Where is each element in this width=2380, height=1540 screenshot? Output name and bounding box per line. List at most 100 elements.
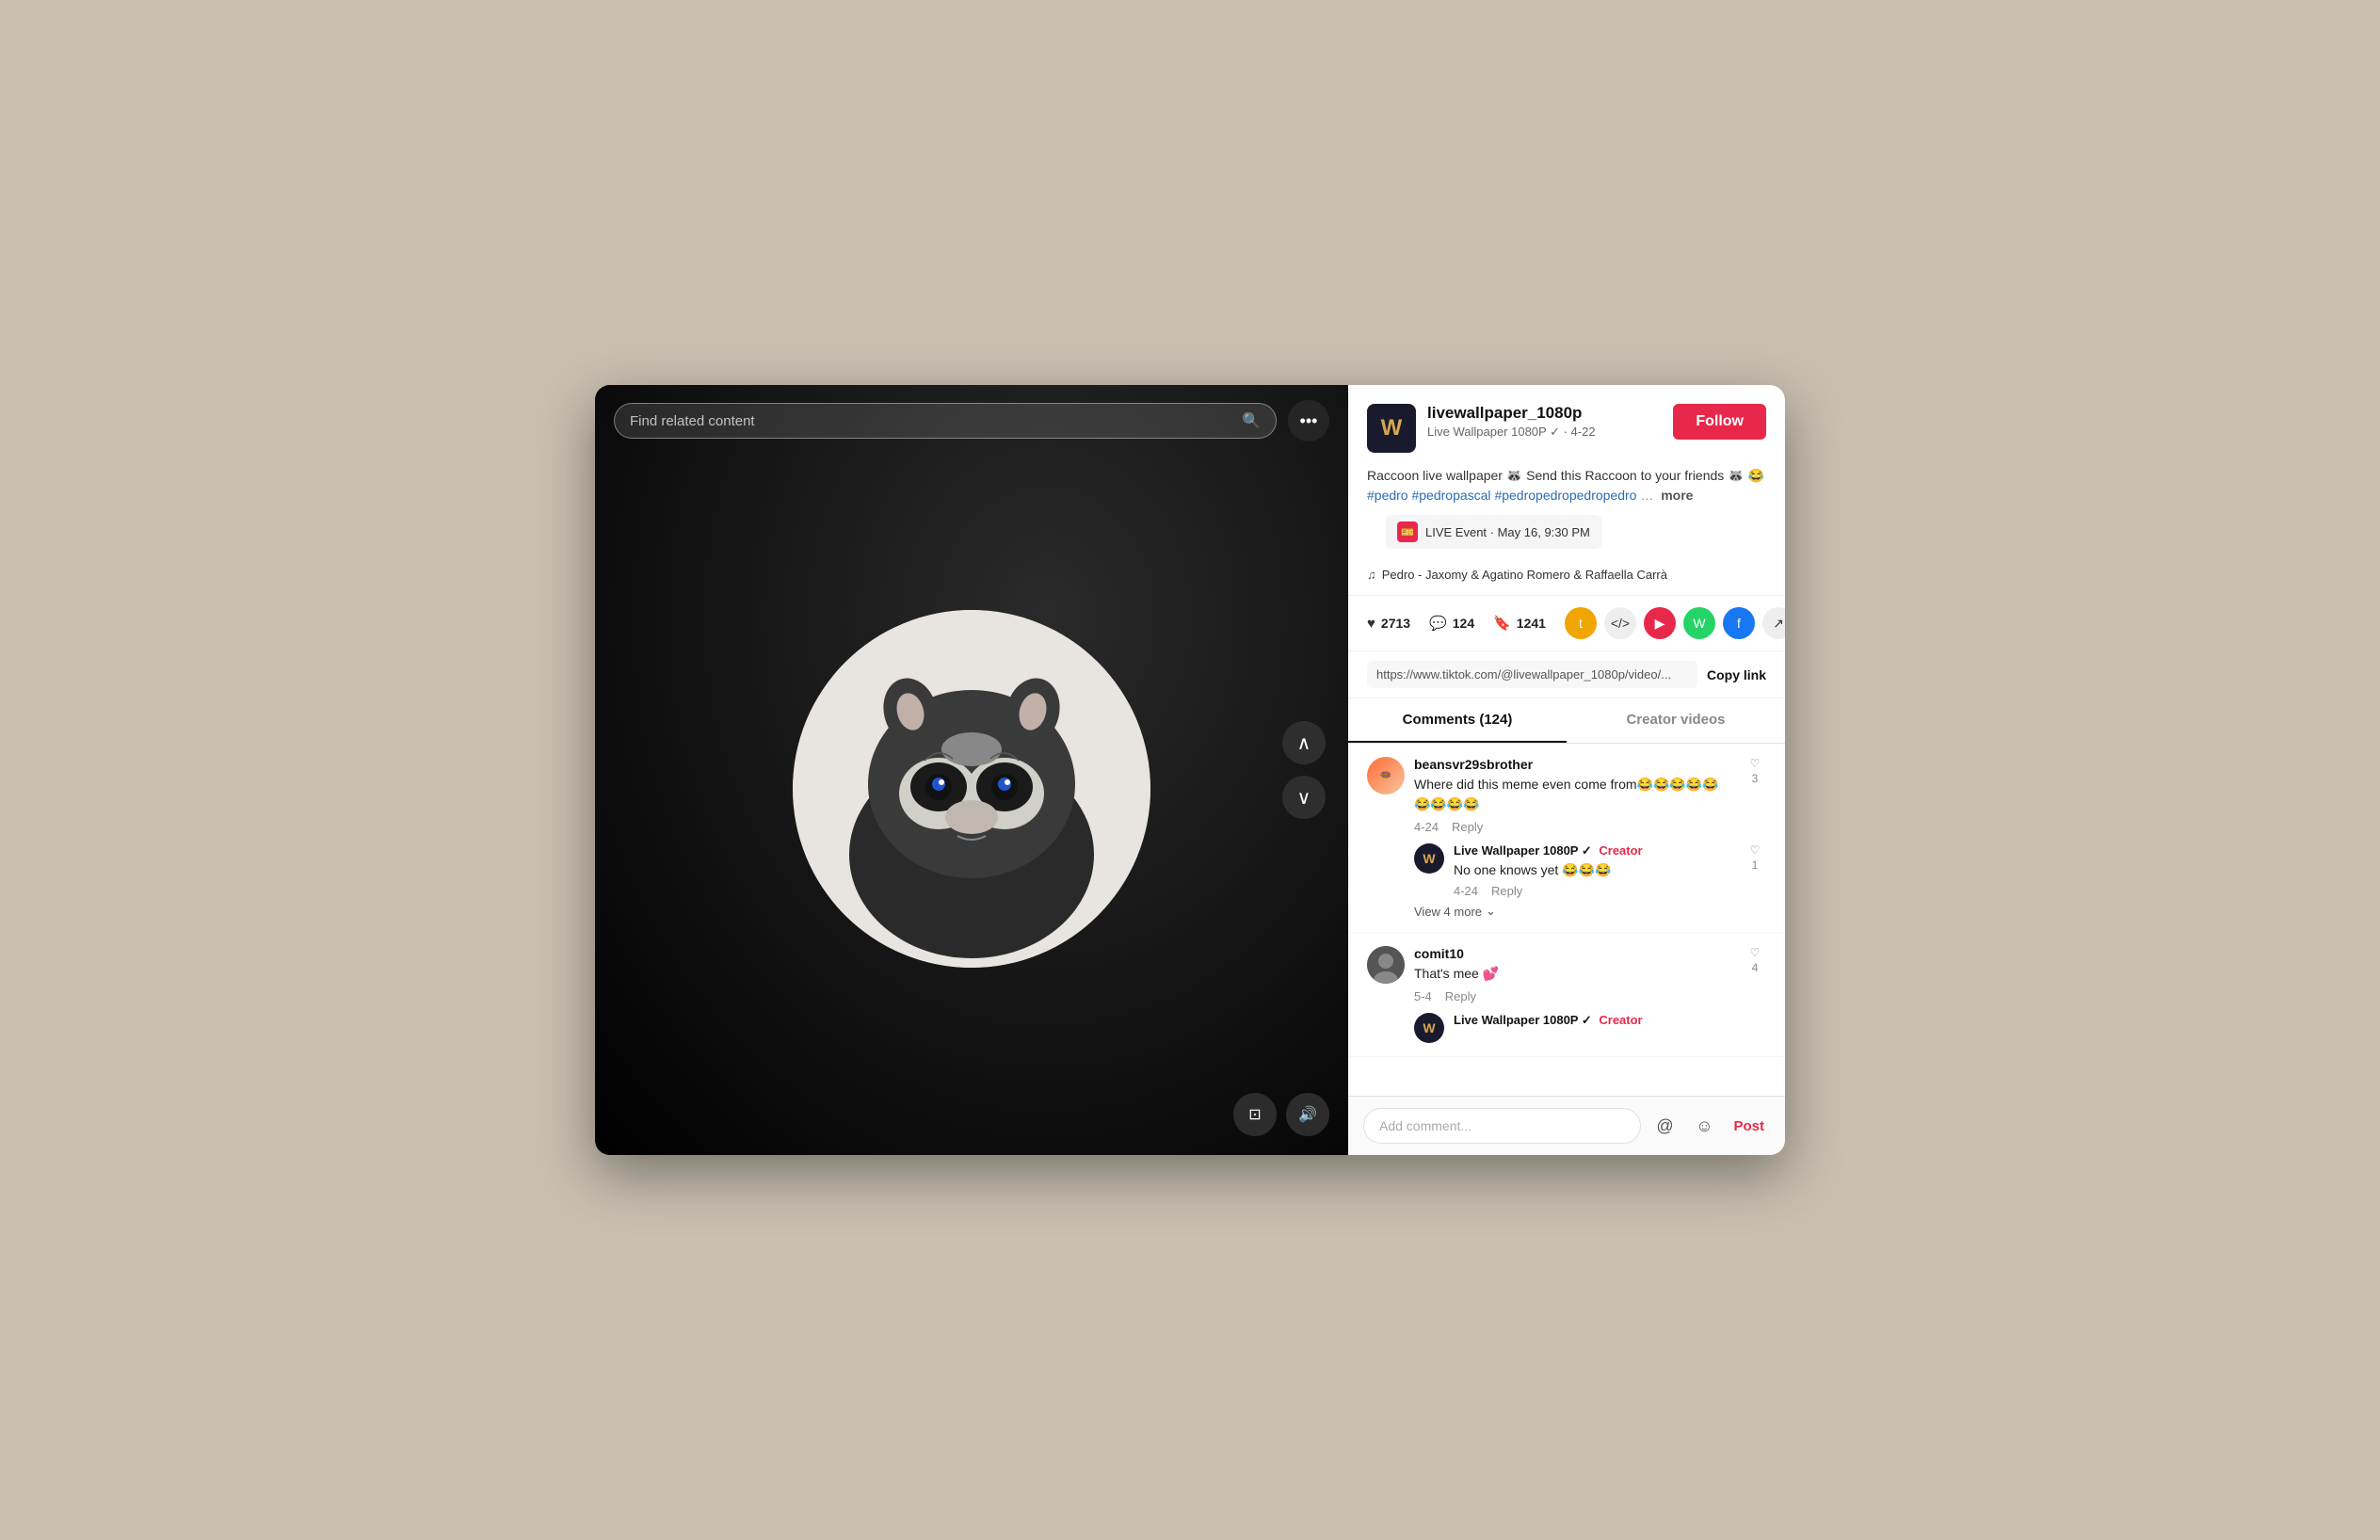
reply-2-name: Live Wallpaper 1080P ✓ Creator — [1454, 1013, 1766, 1028]
music-title: Pedro - Jaxomy & Agatino Romero & Raffae… — [1382, 568, 1667, 582]
emoji-button[interactable]: ☺ — [1688, 1110, 1720, 1142]
app-container: 🔍 ••• — [595, 385, 1785, 1155]
creator-header: W livewallpaper_1080p Live Wallpaper 108… — [1348, 385, 1785, 466]
tab-comments[interactable]: Comments (124) — [1348, 698, 1567, 743]
comment-1-date: 4-24 — [1414, 820, 1439, 834]
share-icons: t </> ▶ W f ↗ — [1565, 607, 1785, 639]
next-arrow[interactable]: ∨ — [1282, 776, 1326, 819]
comment-action[interactable]: 💬 124 — [1429, 615, 1474, 632]
copy-link-button[interactable]: Copy link — [1707, 667, 1766, 682]
more-button[interactable]: more — [1661, 488, 1693, 503]
description: Raccoon live wallpaper 🦝 Send this Racco… — [1348, 466, 1785, 515]
reply-1-meta: 4-24 Reply — [1454, 884, 1734, 898]
comment-2-avatar — [1367, 946, 1405, 984]
comment-2-date: 5-4 — [1414, 989, 1432, 1003]
sound-button[interactable]: 🔊 — [1286, 1093, 1329, 1136]
view-more-text: View 4 more — [1414, 905, 1482, 919]
search-icon: 🔍 — [1242, 411, 1261, 430]
chevron-icon: ⌄ — [1486, 904, 1496, 919]
view-more-btn[interactable]: View 4 more ⌄ — [1414, 904, 1766, 919]
reply-2-username: Live Wallpaper 1080P ✓ — [1454, 1013, 1592, 1027]
link-row: https://www.tiktok.com/@livewallpaper_10… — [1348, 651, 1785, 698]
creator-meta: Live Wallpaper 1080P ✓ · 4-22 — [1427, 425, 1662, 440]
comment-1-body: beansvr29sbrother Where did this meme ev… — [1414, 757, 1734, 834]
bookmark-action[interactable]: 🔖 1241 — [1493, 615, 1546, 632]
comment-2-header: comit10 That's mee 💕 5-4 Reply ♡ 4 — [1367, 946, 1766, 1003]
heart-icon: ♡ — [1750, 757, 1761, 770]
creator-username: livewallpaper_1080p — [1427, 404, 1662, 423]
comment-2-like[interactable]: ♡ 4 — [1744, 946, 1766, 974]
live-event-badge[interactable]: 🎫 LIVE Event · May 16, 9:30 PM — [1386, 515, 1601, 549]
hashtag-pedro-repeat[interactable]: #pedropedropedropedro — [1494, 488, 1636, 503]
captions-icon: ⊡ — [1248, 1105, 1261, 1124]
search-bar[interactable]: 🔍 — [614, 403, 1277, 439]
comment-1-like-count: 3 — [1752, 772, 1759, 785]
heart-icon: ♡ — [1750, 843, 1761, 857]
video-content: ∧ ∨ — [595, 385, 1348, 1155]
live-event-text: LIVE Event · May 16, 9:30 PM — [1425, 525, 1590, 539]
music-line: ♫ Pedro - Jaxomy & Agatino Romero & Raff… — [1348, 568, 1785, 595]
comment-input[interactable] — [1363, 1108, 1641, 1144]
comment-1-header: 🍩 beansvr29sbrother Where did this meme … — [1367, 757, 1766, 834]
follow-button[interactable]: Follow — [1673, 404, 1766, 440]
comment-2-like-count: 4 — [1752, 961, 1759, 974]
at-icon: @ — [1656, 1116, 1673, 1136]
reply-1-reply-btn[interactable]: Reply — [1491, 884, 1522, 898]
comment-2-meta: 5-4 Reply — [1414, 989, 1734, 1003]
share-facebook-button[interactable]: f — [1723, 607, 1755, 639]
reply-1-name: Live Wallpaper 1080P ✓ Creator — [1454, 843, 1734, 858]
heart-icon: ♡ — [1750, 946, 1761, 959]
comment-2-reply: W Live Wallpaper 1080P ✓ Creator — [1414, 1013, 1766, 1043]
reply-1-like[interactable]: ♡ 1 — [1744, 843, 1766, 872]
tab-creator-videos[interactable]: Creator videos — [1567, 698, 1785, 743]
reply-1-like-count: 1 — [1752, 858, 1759, 872]
share-forward-button[interactable]: ↗ — [1762, 607, 1785, 639]
tabs-row: Comments (124) Creator videos — [1348, 698, 1785, 744]
comment-2-body: comit10 That's mee 💕 5-4 Reply — [1414, 946, 1734, 1003]
live-event-icon: 🎫 — [1397, 521, 1418, 542]
video-panel: 🔍 ••• — [595, 385, 1348, 1155]
hashtag-pedropascal[interactable]: #pedropascal — [1411, 488, 1490, 503]
comment-2-text: That's mee 💕 — [1414, 964, 1734, 984]
topbar: 🔍 ••• — [595, 385, 1348, 457]
like-action[interactable]: ♥ 2713 — [1367, 616, 1410, 632]
captions-button[interactable]: ⊡ — [1233, 1093, 1277, 1136]
reply-2-creator-badge: Creator — [1599, 1013, 1642, 1027]
more-icon: ••• — [1300, 411, 1318, 431]
comment-1-reply: W Live Wallpaper 1080P ✓ Creator No one … — [1414, 843, 1766, 898]
comment-1-text: Where did this meme even come from😂😂😂😂😂😂… — [1414, 775, 1734, 814]
comment-1-like[interactable]: ♡ 3 — [1744, 757, 1766, 785]
comment-1-meta: 4-24 Reply — [1414, 820, 1734, 834]
comment-2-reply-btn[interactable]: Reply — [1445, 989, 1476, 1003]
creator-info: livewallpaper_1080p Live Wallpaper 1080P… — [1427, 404, 1662, 440]
emoji-icon: ☺ — [1696, 1116, 1713, 1136]
like-count: 2713 — [1381, 616, 1410, 631]
comment-1-reply-btn[interactable]: Reply — [1452, 820, 1483, 834]
reply-1-date: 4-24 — [1454, 884, 1478, 898]
reply-1-body: Live Wallpaper 1080P ✓ Creator No one kn… — [1454, 843, 1734, 898]
chevron-down-icon: ∨ — [1297, 786, 1311, 810]
heart-icon: ♥ — [1367, 616, 1375, 632]
comments-section: 🍩 beansvr29sbrother Where did this meme … — [1348, 744, 1785, 1096]
share-code-button[interactable]: </> — [1604, 607, 1636, 639]
share-pin-button[interactable]: ▶ — [1644, 607, 1676, 639]
reply-2-body: Live Wallpaper 1080P ✓ Creator — [1454, 1013, 1766, 1028]
search-input[interactable] — [630, 413, 1234, 429]
share-whatsapp-button[interactable]: W — [1683, 607, 1715, 639]
avatar-letter: W — [1381, 415, 1403, 441]
comment-2-block: comit10 That's mee 💕 5-4 Reply ♡ 4 W — [1348, 933, 1785, 1057]
more-button[interactable]: ••• — [1288, 400, 1329, 441]
nav-arrows: ∧ ∨ — [1282, 721, 1326, 819]
comment-count: 124 — [1453, 616, 1474, 631]
reply-1-avatar: W — [1414, 843, 1444, 874]
reply-1-creator-badge: Creator — [1599, 843, 1642, 858]
at-button[interactable]: @ — [1648, 1110, 1680, 1142]
video-thumbnail — [793, 610, 1150, 968]
comment-1-username: beansvr29sbrother — [1414, 757, 1734, 772]
reply-2-avatar: W — [1414, 1013, 1444, 1043]
share-t-button[interactable]: t — [1565, 607, 1597, 639]
post-button[interactable]: Post — [1728, 1118, 1770, 1134]
prev-arrow[interactable]: ∧ — [1282, 721, 1326, 764]
link-url: https://www.tiktok.com/@livewallpaper_10… — [1367, 661, 1697, 688]
hashtag-pedro[interactable]: #pedro — [1367, 488, 1408, 503]
